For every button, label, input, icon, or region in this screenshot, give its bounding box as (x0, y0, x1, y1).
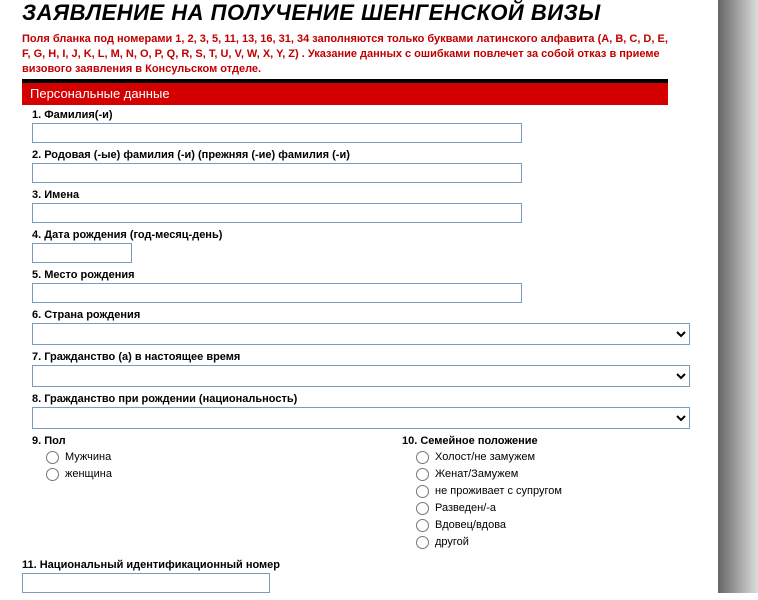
select-birth-country[interactable] (32, 323, 690, 345)
label-marital-separated: не проживает с супругом (435, 485, 562, 497)
radio-marital-single[interactable] (416, 451, 429, 464)
label-gender: 9. Пол (32, 435, 402, 447)
radio-marital-divorced[interactable] (416, 502, 429, 515)
input-maiden-name[interactable] (32, 163, 522, 183)
form-title: ЗАЯВЛЕНИЕ НА ПОЛУЧЕНИЕ ШЕНГЕНСКОЙ ВИЗЫ (22, 0, 668, 26)
warning-text: Поля бланка под номерами 1, 2, 3, 5, 11,… (22, 32, 668, 77)
radio-marital-separated[interactable] (416, 485, 429, 498)
label-marital-married: Женат/Замужем (435, 468, 518, 480)
label-citizenship-birth: 8. Гражданство при рождении (национально… (32, 393, 668, 405)
input-birthplace[interactable] (32, 283, 522, 303)
label-marital-divorced: Разведен/-а (435, 502, 496, 514)
section-personal-header: Персональные данные (22, 83, 668, 105)
select-citizenship-current[interactable] (32, 365, 690, 387)
page-shadow (718, 0, 758, 593)
label-gender-male: Мужчина (65, 451, 111, 463)
radio-gender-female[interactable] (46, 468, 59, 481)
label-dob: 4. Дата рождения (год-месяц-день) (32, 229, 668, 241)
radio-marital-widowed[interactable] (416, 519, 429, 532)
label-gender-female: женщина (65, 468, 112, 480)
label-surname: 1. Фамилия(-и) (32, 109, 668, 121)
label-marital-single: Холост/не замужем (435, 451, 535, 463)
input-surname[interactable] (32, 123, 522, 143)
label-maiden-name: 2. Родовая (-ые) фамилия (-и) (прежняя (… (32, 149, 668, 161)
input-national-id[interactable] (22, 573, 270, 593)
radio-marital-married[interactable] (416, 468, 429, 481)
label-marital-widowed: Вдовец/вдова (435, 519, 506, 531)
label-national-id: 11. Национальный идентификационный номер (22, 559, 668, 571)
label-citizenship-current: 7. Гражданство (а) в настоящее время (32, 351, 668, 363)
label-marital-other: другой (435, 536, 469, 548)
input-dob[interactable] (32, 243, 132, 263)
radio-marital-other[interactable] (416, 536, 429, 549)
label-first-names: 3. Имена (32, 189, 668, 201)
input-first-names[interactable] (32, 203, 522, 223)
label-birthplace: 5. Место рождения (32, 269, 668, 281)
label-marital: 10. Семейное положение (402, 435, 668, 447)
radio-gender-male[interactable] (46, 451, 59, 464)
select-citizenship-birth[interactable] (32, 407, 690, 429)
label-birth-country: 6. Страна рождения (32, 309, 668, 321)
